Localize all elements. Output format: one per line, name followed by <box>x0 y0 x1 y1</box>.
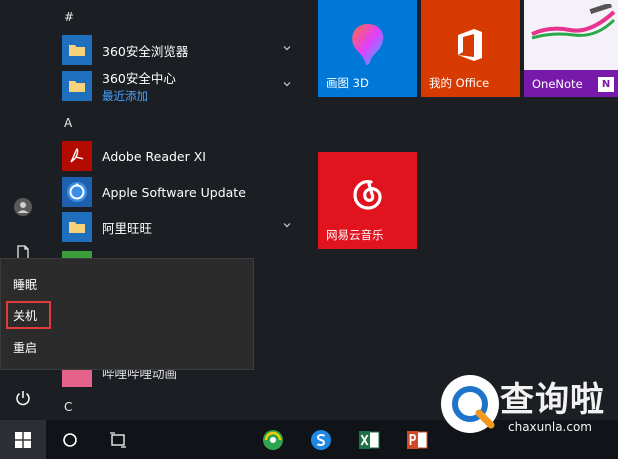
cortana-search-button[interactable] <box>50 420 90 459</box>
cortana-search-icon <box>63 432 77 447</box>
taskbar-excel[interactable] <box>349 420 389 459</box>
task-view-icon <box>110 431 126 448</box>
tile-label: 画图 3D <box>326 76 369 90</box>
user-avatar-icon <box>14 198 32 216</box>
chaxunla-logo-icon <box>441 375 499 433</box>
section-header-hash[interactable]: # <box>64 10 74 24</box>
powerpoint-icon <box>407 430 428 449</box>
chevron-down-icon[interactable] <box>282 43 292 53</box>
app-name: 360安全浏览器 <box>102 43 189 59</box>
tile-onenote[interactable]: OneNote N <box>524 0 618 97</box>
list-item-aliwangwang[interactable]: 阿里旺旺 <box>62 210 306 244</box>
list-item-apple-software-update[interactable]: Apple Software Update <box>62 175 306 209</box>
watermark-text: 查询啦 <box>500 380 605 420</box>
onenote-icon: N <box>598 77 614 92</box>
power-icon <box>16 391 30 406</box>
folder-icon <box>62 71 92 101</box>
adobe-reader-icon <box>62 141 92 171</box>
chevron-down-icon[interactable] <box>282 220 292 230</box>
task-view-button[interactable] <box>98 420 138 459</box>
tile-paint-3d[interactable]: 画图 3D <box>318 0 417 97</box>
360-browser-icon <box>263 429 283 450</box>
netease-music-icon <box>353 180 382 210</box>
power-button[interactable] <box>0 378 46 418</box>
tile-netease-music[interactable]: 网易云音乐 <box>318 152 417 249</box>
app-name: Apple Software Update <box>102 184 246 200</box>
office-icon <box>458 29 482 61</box>
app-name: Adobe Reader XI <box>102 148 206 164</box>
tile-my-office[interactable]: 我的 Office <box>421 0 520 97</box>
menu-item-shutdown[interactable]: 关机 <box>13 307 37 324</box>
windows-start-icon <box>15 431 31 448</box>
chevron-down-icon[interactable] <box>282 79 292 89</box>
taskbar-sogou[interactable] <box>301 420 341 459</box>
start-button[interactable] <box>0 420 46 459</box>
recently-added-label: 最近添加 <box>102 89 148 103</box>
tile-label: 网易云音乐 <box>326 228 384 242</box>
excel-icon <box>359 430 380 449</box>
watermark-url: chaxunla.com <box>508 420 592 434</box>
menu-item-sleep[interactable]: 睡眠 <box>13 276 37 293</box>
paint3d-icon <box>352 24 384 65</box>
tile-label: OneNote <box>532 77 583 91</box>
section-header-c[interactable]: C <box>64 400 72 414</box>
onenote-pencil-icon <box>531 4 616 40</box>
tile-label: 我的 Office <box>429 76 490 90</box>
power-menu: 睡眠 关机 重启 <box>0 258 254 370</box>
apple-update-icon <box>62 177 92 207</box>
taskbar-powerpoint[interactable] <box>397 420 437 459</box>
list-item-360-security[interactable]: 360安全中心 最近添加 <box>62 69 306 103</box>
list-item-360-browser[interactable]: 360安全浏览器 <box>62 33 306 67</box>
list-item-adobe-reader[interactable]: Adobe Reader XI <box>62 139 306 173</box>
user-account-button[interactable] <box>0 187 46 227</box>
folder-icon <box>62 212 92 242</box>
folder-icon <box>62 35 92 65</box>
section-header-a[interactable]: A <box>64 116 72 130</box>
sogou-icon <box>311 429 331 450</box>
app-name: 阿里旺旺 <box>102 220 153 236</box>
taskbar-360-browser[interactable] <box>253 420 293 459</box>
app-name: 360安全中心 <box>102 71 176 86</box>
menu-item-restart[interactable]: 重启 <box>13 339 37 356</box>
